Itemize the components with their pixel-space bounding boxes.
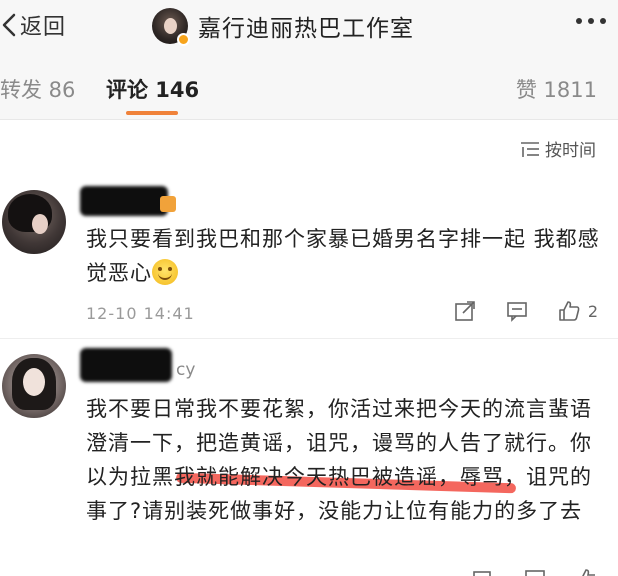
- chevron-left-icon: [2, 13, 16, 37]
- back-button[interactable]: 返回: [2, 8, 66, 42]
- more-options-icon[interactable]: [576, 18, 606, 24]
- back-label: 返回: [20, 15, 67, 40]
- account-header[interactable]: 嘉行迪丽热巴工作室: [152, 6, 414, 46]
- comment-timestamp: 12-10 14:41: [86, 304, 195, 323]
- top-bar: 返回 嘉行迪丽热巴工作室: [0, 0, 618, 52]
- tab-bar: 转发 86 评论 146 赞 1811: [0, 52, 618, 120]
- comment-icon[interactable]: [506, 300, 528, 322]
- member-badge-icon: [160, 196, 176, 212]
- comment-actions: [442, 568, 598, 576]
- redacted-username: [80, 186, 168, 216]
- avatar[interactable]: [2, 354, 66, 418]
- sort-label: 按时间: [545, 141, 596, 161]
- sort-by-time-button[interactable]: 按时间: [519, 136, 596, 161]
- comment-text: 我不要日常我不要花絮，你活过来把今天的流言蜚语澄清一下，把造黄谣，诅咒，谩骂的人…: [86, 397, 592, 523]
- thumbs-up-icon[interactable]: [576, 568, 598, 576]
- comment-actions: 2: [424, 300, 598, 322]
- page-title: 嘉行迪丽热巴工作室: [198, 16, 414, 42]
- smile-emoji-icon: [152, 259, 178, 285]
- comment-text: 我只要看到我巴和那个家暴已婚男名字排一起 我都感觉恶心: [86, 222, 606, 290]
- active-tab-indicator: [126, 111, 178, 115]
- sort-icon: [521, 141, 539, 157]
- like-count: 2: [587, 301, 598, 321]
- username-suffix: cy: [176, 360, 196, 380]
- share-icon[interactable]: [472, 568, 494, 576]
- tab-forward[interactable]: 转发 86: [0, 74, 75, 104]
- share-icon[interactable]: [454, 300, 476, 322]
- tab-likes[interactable]: 赞 1811: [516, 74, 597, 104]
- divider: [0, 338, 618, 339]
- thumbs-up-icon[interactable]: [558, 300, 580, 322]
- verified-badge-icon: [177, 33, 190, 46]
- comment-icon[interactable]: [524, 568, 546, 576]
- account-avatar[interactable]: [152, 8, 190, 46]
- tab-comments[interactable]: 评论 146: [106, 74, 199, 104]
- sort-row: 按时间: [0, 121, 618, 167]
- avatar[interactable]: [2, 190, 66, 254]
- redacted-username: [80, 348, 172, 382]
